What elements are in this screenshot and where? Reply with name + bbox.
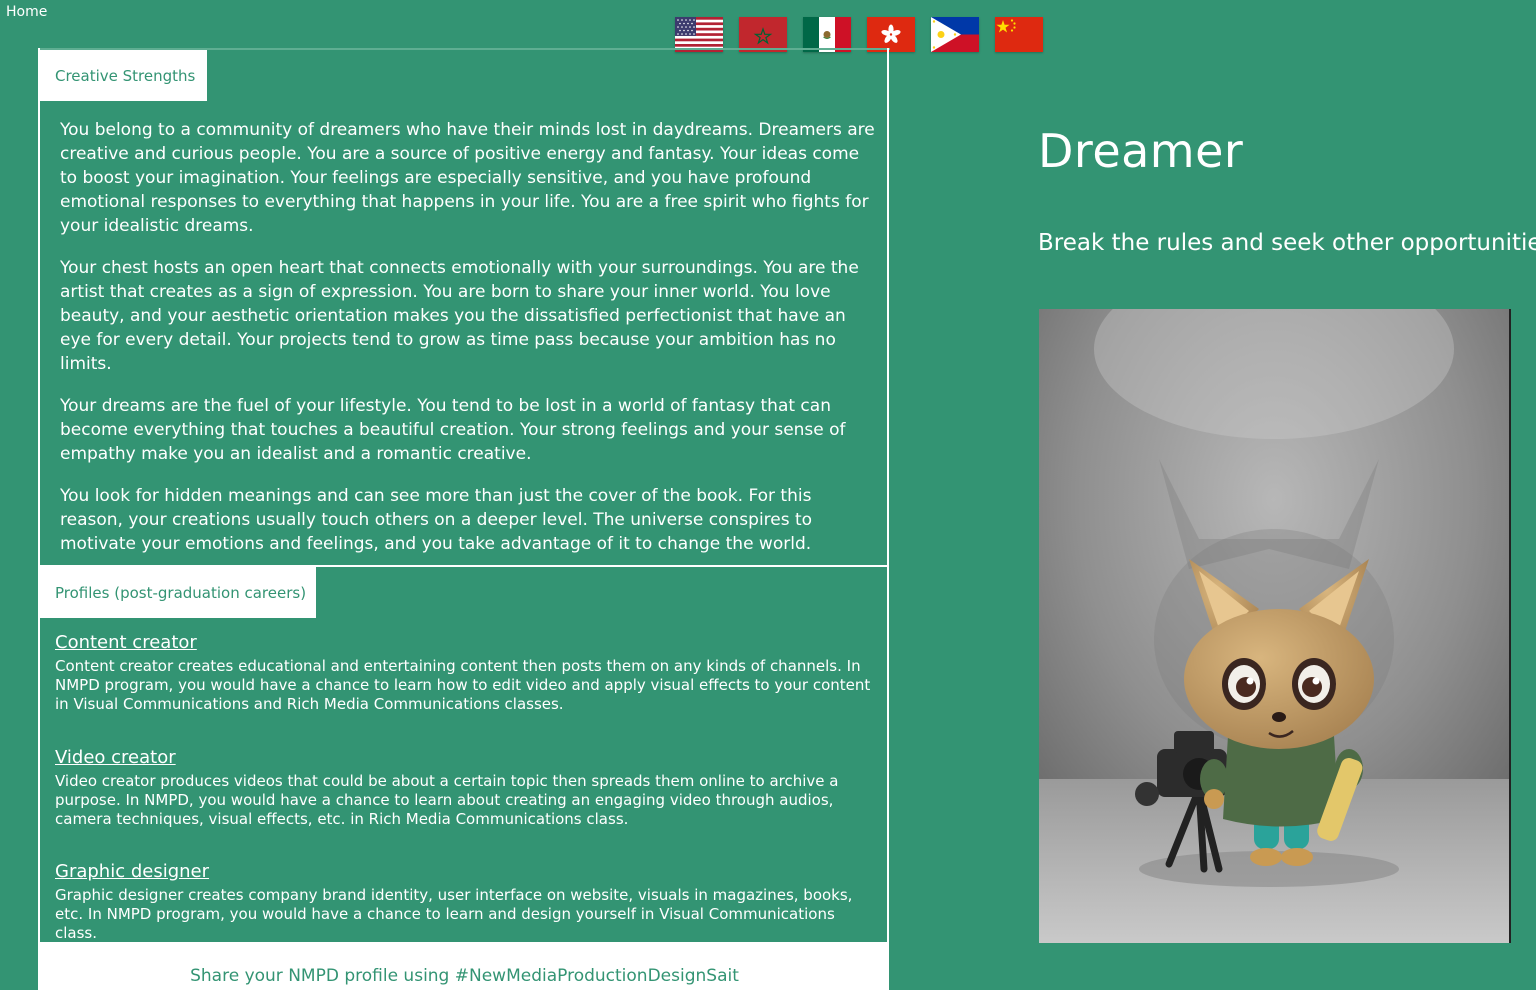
career-description: Content creator creates educational and … <box>55 657 871 713</box>
page-title: Dreamer <box>1038 124 1244 178</box>
career-item-video-creator: Video creator Video creator produces vid… <box>55 747 875 829</box>
strengths-paragraph: Your dreams are the fuel of your lifesty… <box>60 396 846 464</box>
strengths-section: You belong to a community of dreamers wh… <box>60 118 875 574</box>
career-link-graphic-designer[interactable]: Graphic designer <box>55 861 209 882</box>
dreamer-mascot-illustration <box>1039 309 1509 943</box>
page-subtitle: Break the rules and seek other opportuni… <box>1038 230 1536 256</box>
tab-profiles[interactable]: Profiles (post-graduation careers) <box>40 567 316 618</box>
share-banner: Share your NMPD profile using #NewMediaP… <box>40 942 889 990</box>
tab-creative-strengths[interactable]: Creative Strengths <box>40 50 207 101</box>
morocco-flag-icon[interactable] <box>739 17 787 52</box>
career-description: Video creator produces videos that could… <box>55 772 839 828</box>
strengths-paragraph: You look for hidden meanings and can see… <box>60 486 813 554</box>
career-item-graphic-designer: Graphic designer Graphic designer create… <box>55 861 875 943</box>
share-text: Share your NMPD profile using #NewMediaP… <box>190 966 739 986</box>
strengths-paragraph: You belong to a community of dreamers wh… <box>60 120 875 236</box>
career-description: Graphic designer creates company brand i… <box>55 886 853 942</box>
china-flag-icon[interactable] <box>995 17 1043 52</box>
philippines-flag-icon[interactable] <box>931 17 979 52</box>
career-link-content-creator[interactable]: Content creator <box>55 632 197 653</box>
strengths-paragraph: Your chest hosts an open heart that conn… <box>60 258 859 374</box>
hong-kong-flag-icon[interactable] <box>867 17 915 52</box>
language-selector <box>675 17 1043 52</box>
career-link-video-creator[interactable]: Video creator <box>55 747 176 768</box>
mexico-flag-icon[interactable] <box>803 17 851 52</box>
us-flag-icon[interactable] <box>675 17 723 52</box>
home-link[interactable]: Home <box>6 4 47 20</box>
career-item-content-creator: Content creator Content creator creates … <box>55 632 875 714</box>
